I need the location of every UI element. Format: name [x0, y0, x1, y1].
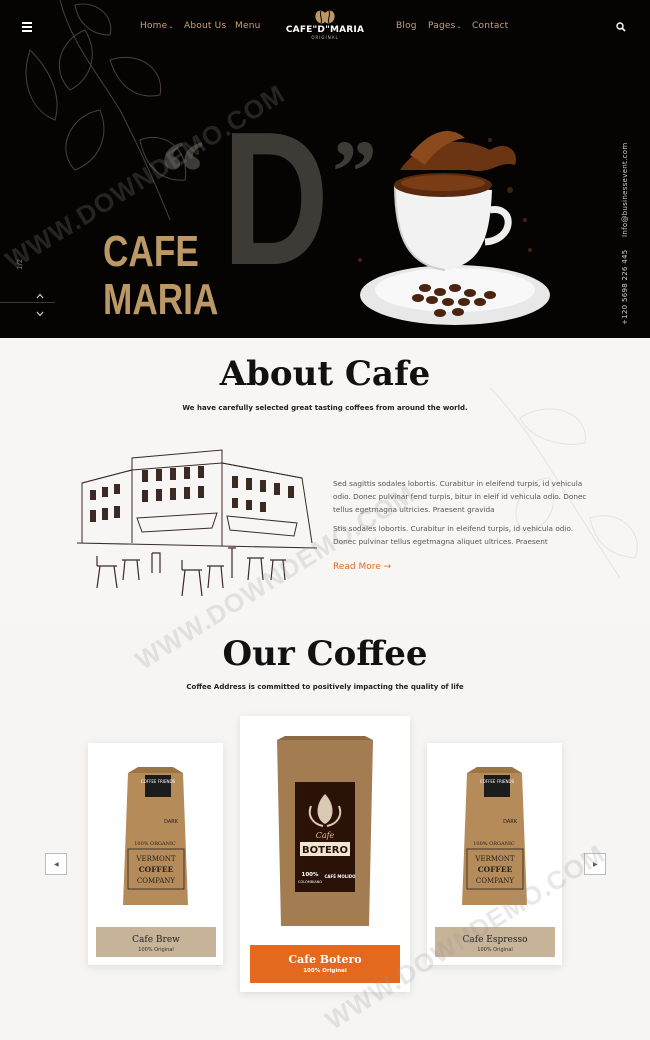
read-more-link[interactable]: Read More → — [333, 562, 391, 572]
bag-dark-text: DARK — [164, 819, 179, 825]
chevron-up-icon[interactable] — [36, 292, 44, 300]
nav-menu[interactable]: Menu — [235, 21, 261, 31]
nav-pages[interactable]: Pages⌄ — [428, 21, 462, 31]
bag-brand-small: Cafe — [316, 831, 335, 840]
product-tag: 100% Original — [477, 947, 513, 953]
about-paragraph-2: Stis sodales lobortis. Curabitur in elei… — [333, 524, 574, 546]
nav-blog[interactable]: Blog — [396, 21, 417, 31]
bag-origin: COLOMBIANO — [298, 880, 322, 884]
nav-contact[interactable]: Contact — [472, 21, 508, 31]
bag-line2: VERMONT — [474, 855, 514, 863]
coffee-cup-illustration — [358, 131, 550, 325]
hamburger-menu-icon[interactable] — [22, 22, 32, 32]
hero-title-line2: MARIA — [103, 275, 219, 324]
bag-top-text: COFFEE FRIENDS — [141, 779, 176, 784]
bag-brand-name: BOTERO — [302, 845, 348, 856]
product-name: Cafe Espresso — [462, 935, 528, 945]
nav-about-us[interactable]: About Us — [184, 21, 226, 31]
bag-line1: 100% ORGANIC — [134, 841, 176, 847]
slide-divider — [0, 302, 55, 303]
bag-line4: COMPANY — [137, 877, 176, 885]
top-navigation: Home⌄ About Us Menu CAFE"D"MARIA ORIGINA… — [0, 0, 650, 56]
bag-line3: COFFEE — [139, 865, 174, 874]
cafe-street-sketch — [76, 449, 318, 597]
hero-big-letter: D — [222, 93, 329, 305]
chevron-down-icon: ⌄ — [168, 23, 174, 30]
coffee-bag-image: COFFEE FRIENDS DARK 100% ORGANIC VERMONT… — [123, 767, 188, 905]
product-card-cafe-espresso[interactable]: COFFEE FRIENDS DARK 100% ORGANIC VERMONT… — [427, 743, 562, 965]
bag-dark-text: DARK — [503, 819, 518, 825]
bag-percent: 100% — [302, 872, 319, 878]
product-tag: 100% Original — [138, 947, 174, 953]
coffee-bean-icon — [315, 10, 335, 24]
product-name: Cafe Botero — [288, 953, 362, 966]
coffee-heading: Our Coffee — [222, 634, 428, 674]
bag-top-text: COFFEE FRIENDS — [480, 779, 515, 784]
about-heading: About Cafe — [219, 354, 431, 394]
carousel-next-button[interactable]: ▶ — [584, 853, 606, 875]
bag-line1: 100% ORGANIC — [473, 841, 515, 847]
card-label: Cafe Espresso 100% Original — [435, 927, 555, 957]
card-label: Cafe Botero 100% Original — [250, 945, 400, 983]
bag-ground: CAFÉ MOLIDO — [324, 874, 356, 879]
chevron-down-icon: ⌄ — [456, 23, 462, 30]
bag-line3: COFFEE — [478, 865, 513, 874]
coffee-subheading: Coffee Address is committed to positivel… — [186, 683, 464, 691]
logo-subtitle: ORIGINAL — [311, 35, 339, 40]
about-paragraph-1: Sed sagittis sodales lobortis. Curabitur… — [333, 479, 587, 514]
hero-section: Home⌄ About Us Menu CAFE"D"MARIA ORIGINA… — [0, 0, 650, 338]
site-logo[interactable]: CAFE"D"MARIA ORIGINAL — [285, 8, 365, 48]
card-label: Cafe Brew 100% Original — [96, 927, 216, 957]
slide-counter: 1/2 — [16, 258, 24, 270]
chevron-down-icon[interactable] — [36, 310, 44, 318]
coffee-bag-image: Cafe BOTERO 100% COLOMBIANO CAFÉ MOLIDO — [277, 736, 373, 926]
bag-line2: VERMONT — [135, 855, 175, 863]
nav-home[interactable]: Home⌄ — [140, 21, 174, 31]
hero-title: CAFE MARIA — [103, 228, 218, 324]
contact-phone[interactable]: +120 5698 226 445 — [621, 249, 629, 325]
product-card-cafe-botero[interactable]: Cafe BOTERO 100% COLOMBIANO CAFÉ MOLIDO … — [240, 716, 410, 992]
open-quote-mark: “ — [160, 123, 205, 222]
arrow-left-icon: ◀ — [54, 861, 59, 868]
carousel-prev-button[interactable]: ◀ — [45, 853, 67, 875]
contact-email[interactable]: Info@businessevent.com — [621, 143, 629, 237]
search-icon[interactable] — [616, 22, 626, 32]
about-subheading: We have carefully selected great tasting… — [182, 404, 468, 412]
logo-name: CAFE"D"MARIA — [285, 25, 365, 35]
coffee-bag-image: COFFEE FRIENDS DARK 100% ORGANIC VERMONT… — [462, 767, 527, 905]
product-name: Cafe Brew — [132, 935, 180, 945]
hero-title-line1: CAFE — [103, 227, 199, 276]
bag-line4: COMPANY — [476, 877, 515, 885]
product-card-cafe-brew[interactable]: COFFEE FRIENDS DARK 100% ORGANIC VERMONT… — [88, 743, 223, 965]
product-tag: 100% Original — [303, 968, 347, 974]
arrow-right-icon: ▶ — [593, 861, 598, 868]
